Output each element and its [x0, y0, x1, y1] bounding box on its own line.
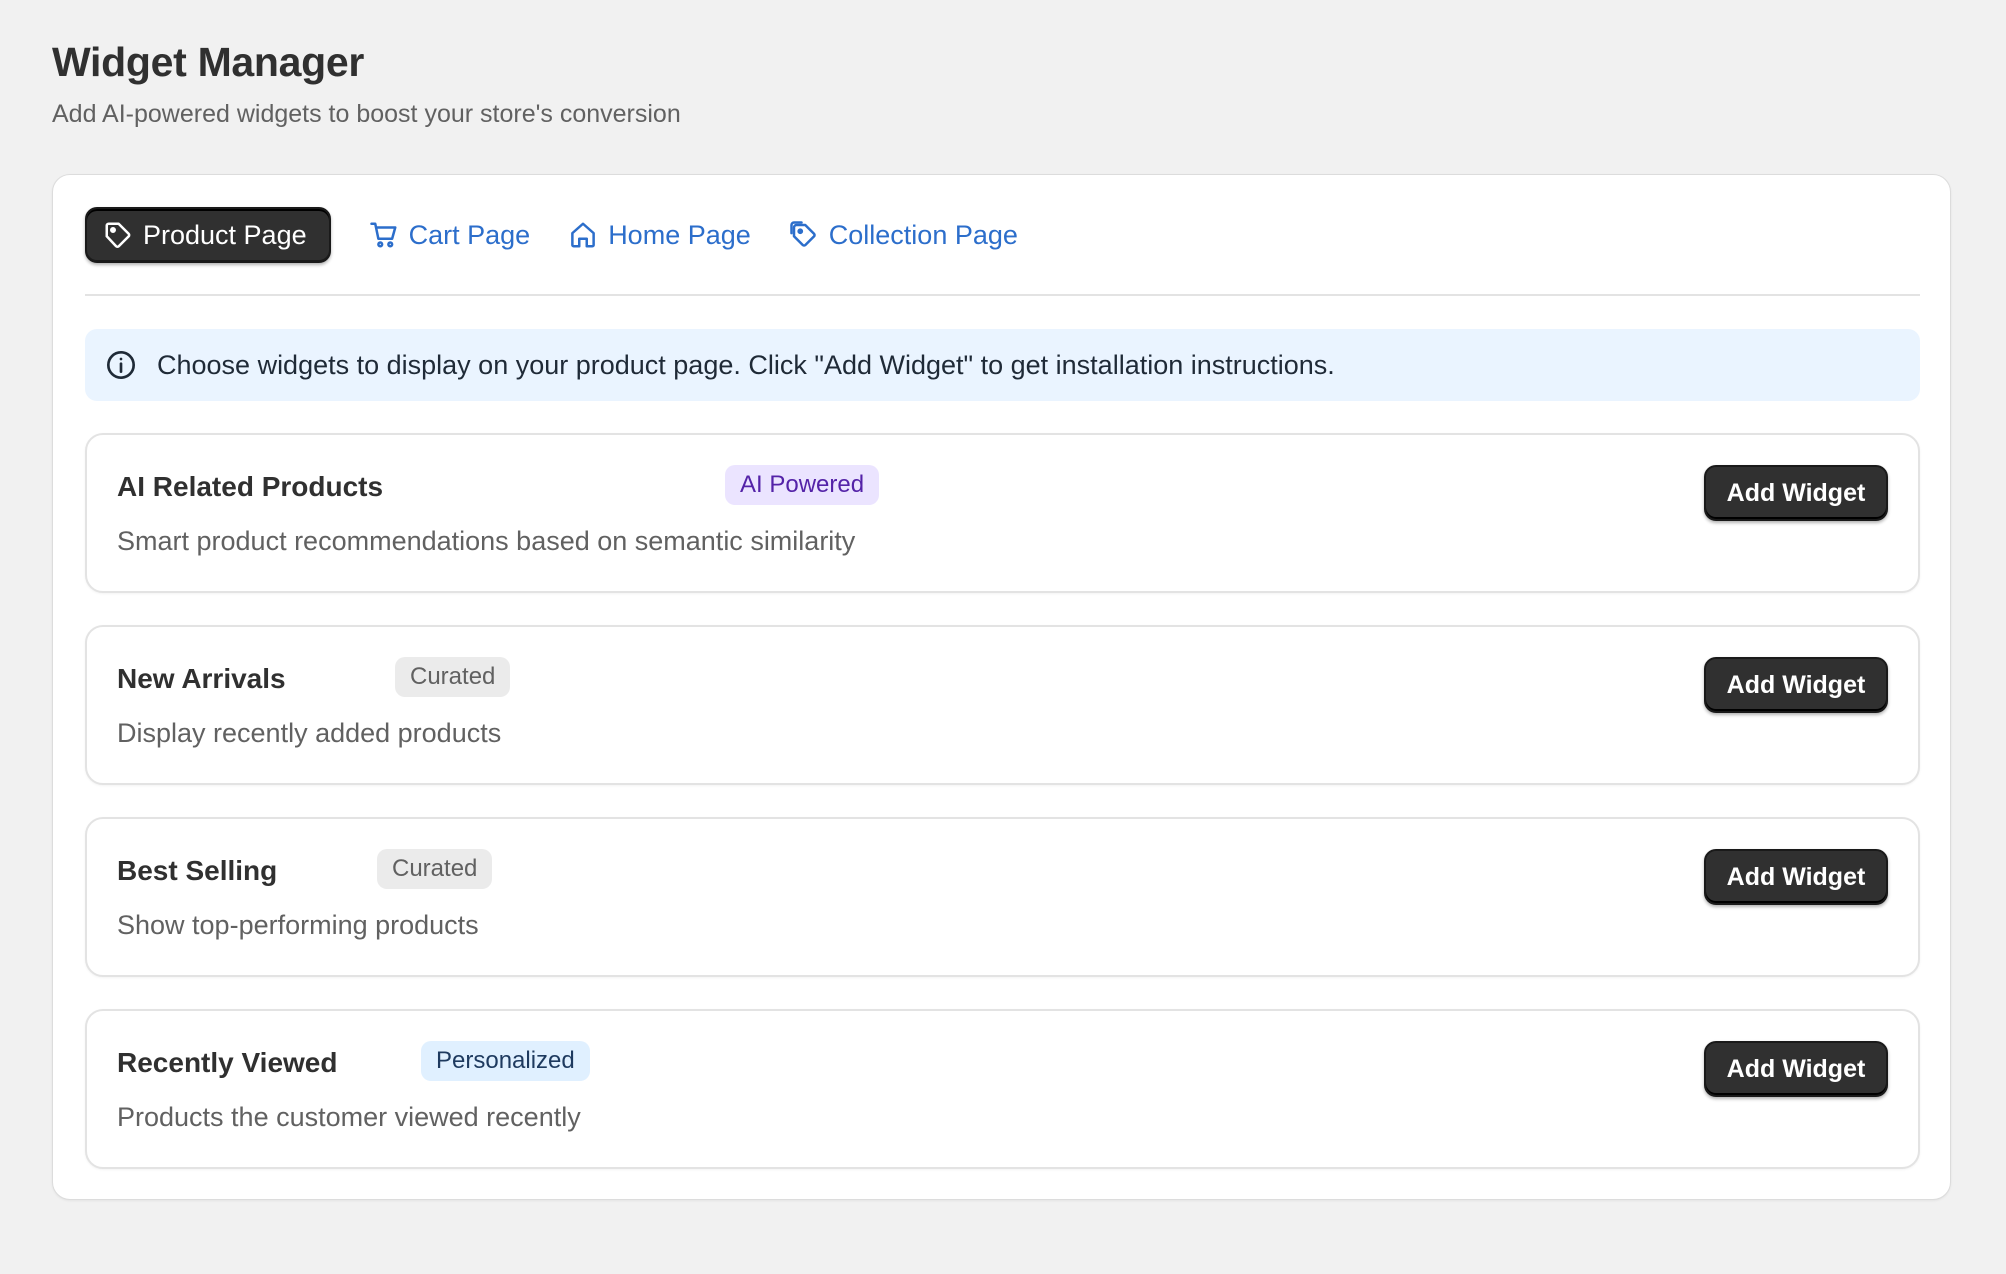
tabs-divider: [85, 294, 1920, 296]
widget-title: AI Related Products: [117, 471, 384, 502]
add-widget-button[interactable]: Add Widget: [1704, 657, 1888, 713]
tab-collection-page[interactable]: Collection Page: [789, 207, 1018, 263]
widget-card-recently-viewed: Recently Viewed Personalized Products th…: [85, 1009, 1920, 1169]
widget-description: Display recently added products: [117, 718, 502, 748]
home-icon: [571, 222, 596, 248]
add-widget-button[interactable]: Add Widget: [1704, 465, 1888, 521]
tab-label: Collection Page: [828, 219, 1018, 250]
info-banner-text: Choose widgets to display on your produc…: [157, 349, 1335, 380]
tab-product-page[interactable]: Product Page: [85, 207, 331, 263]
badge-curated: Curated: [377, 849, 493, 889]
cart-icon: [369, 222, 397, 248]
tab-home-page[interactable]: Home Page: [568, 207, 751, 263]
page-title: Widget Manager: [52, 39, 365, 85]
tag-icon: [105, 222, 131, 249]
widget-title: New Arrivals: [117, 663, 286, 694]
page-header: Widget Manager Add AI-powered widgets to…: [52, 36, 681, 130]
add-widget-button[interactable]: Add Widget: [1704, 849, 1888, 905]
add-widget-button[interactable]: Add Widget: [1704, 1041, 1888, 1097]
widget-card-best-selling: Best Selling Curated Show top-performing…: [85, 817, 1920, 977]
tab-label: Product Page: [143, 219, 307, 250]
widget-card-ai-related-products: AI Related Products AI Powered Smart pro…: [85, 433, 1920, 593]
badge-ai-powered: AI Powered: [725, 465, 880, 505]
widget-title: Recently Viewed: [117, 1047, 338, 1078]
widget-manager-card: Product Page Cart Page Home Page Collect…: [52, 174, 1951, 1200]
widget-description: Products the customer viewed recently: [117, 1102, 581, 1132]
info-banner: Choose widgets to display on your produc…: [85, 329, 1920, 401]
widget-card-new-arrivals: New Arrivals Curated Display recently ad…: [85, 625, 1920, 785]
widget-description: Smart product recommendations based on s…: [117, 526, 856, 556]
collection-tag-icon: [790, 221, 816, 247]
info-icon: [107, 351, 135, 379]
badge-curated: Curated: [395, 657, 511, 697]
tab-label: Home Page: [608, 219, 751, 250]
tab-label: Cart Page: [408, 219, 531, 250]
page-subtitle: Add AI-powered widgets to boost your sto…: [52, 100, 681, 128]
widget-description: Show top-performing products: [117, 910, 479, 940]
badge-personalized: Personalized: [421, 1041, 590, 1081]
widget-title: Best Selling: [117, 855, 278, 886]
tab-cart-page[interactable]: Cart Page: [369, 207, 531, 263]
page-tabs: Product Page Cart Page Home Page Collect…: [85, 207, 1056, 263]
